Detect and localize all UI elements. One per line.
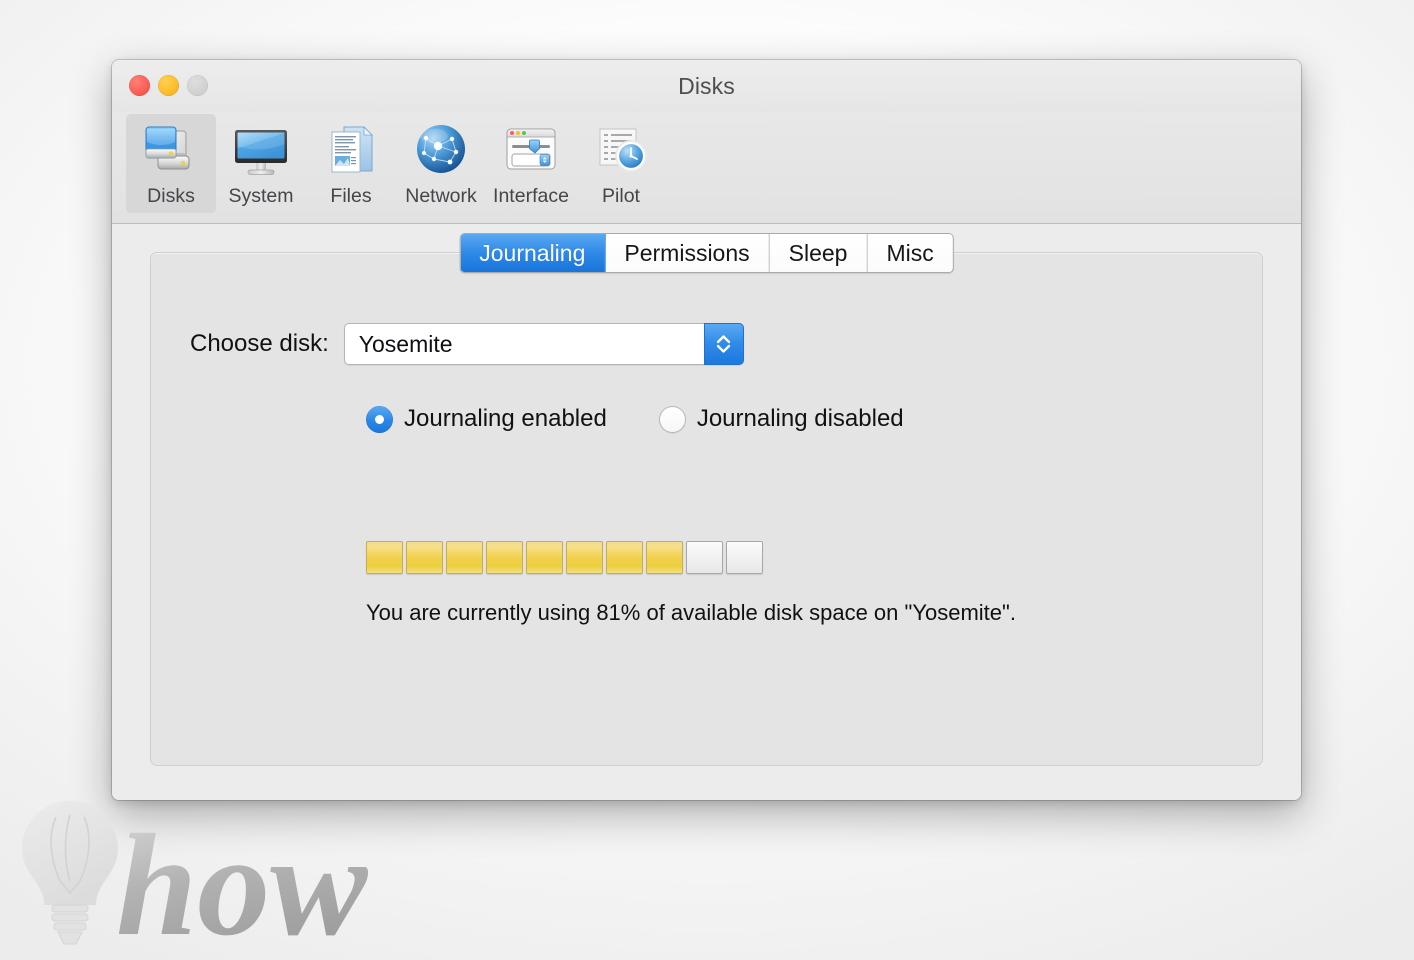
- capacity-segment-filled: [606, 541, 643, 574]
- clock-list-icon: [589, 120, 653, 182]
- globe-network-icon: [409, 120, 473, 182]
- toolbar-item-system[interactable]: System: [216, 114, 306, 213]
- settings-panel: Journaling Permissions Sleep Misc Choose…: [150, 233, 1263, 766]
- capacity-note: You are currently using 81% of available…: [366, 600, 1016, 625]
- capacity-segment-filled: [406, 541, 443, 574]
- toolbar-item-network[interactable]: Network: [396, 114, 486, 213]
- capacity-segment-filled: [446, 541, 483, 574]
- capacity-segment-filled: [526, 541, 563, 574]
- choose-disk-label: Choose disk:: [190, 330, 329, 357]
- content-area: Journaling Permissions Sleep Misc Choose…: [112, 224, 1301, 800]
- toolbar: Disks System Files Network Interface Pil…: [112, 112, 1301, 224]
- tab-misc[interactable]: Misc: [867, 234, 953, 272]
- toolbar-label-disks: Disks: [147, 185, 195, 207]
- radio-label-disabled: Journaling disabled: [696, 405, 904, 432]
- disk-select[interactable]: Yosemite: [343, 323, 744, 365]
- window-title: Disks: [678, 73, 735, 99]
- capacity-segment-filled: [646, 541, 683, 574]
- capacity-segment-filled: [566, 541, 603, 574]
- window-slider-icon: [499, 120, 563, 182]
- disks-preferences-window: Disks Disks System Files Network Interfa…: [112, 60, 1301, 800]
- toolbar-item-interface[interactable]: Interface: [486, 114, 576, 213]
- capacity-segment-empty: [686, 541, 723, 574]
- capacity-level-indicator: [366, 541, 1016, 574]
- capacity-segment-filled: [366, 541, 403, 574]
- radio-label-enabled: Journaling enabled: [404, 405, 607, 432]
- tab-journaling[interactable]: Journaling: [460, 234, 606, 272]
- display-icon: [229, 120, 293, 182]
- toolbar-label-files: Files: [330, 185, 372, 207]
- radio-unselected-icon: [658, 405, 686, 433]
- documents-icon: [319, 120, 383, 182]
- window-titlebar[interactable]: Disks: [112, 60, 1301, 112]
- capacity-segment-empty: [726, 541, 763, 574]
- toolbar-label-interface: Interface: [493, 185, 569, 207]
- chevron-up-down-icon[interactable]: [703, 323, 744, 365]
- journaling-radio-group: Journaling enabled Journaling disabled: [366, 405, 904, 433]
- radio-journaling-enabled[interactable]: Journaling enabled: [366, 405, 607, 433]
- disk-capacity-section: You are currently using 81% of available…: [366, 541, 1016, 626]
- tab-bar: Journaling Permissions Sleep Misc: [459, 233, 954, 273]
- toolbar-label-pilot: Pilot: [602, 185, 640, 207]
- toolbar-item-disks[interactable]: Disks: [126, 114, 216, 213]
- radio-selected-icon: [366, 405, 393, 433]
- tab-sleep[interactable]: Sleep: [769, 234, 868, 272]
- toolbar-item-pilot[interactable]: Pilot: [576, 114, 666, 213]
- radio-journaling-disabled[interactable]: Journaling disabled: [658, 405, 904, 433]
- choose-disk-row: Choose disk: Yosemite: [190, 323, 744, 365]
- toolbar-label-system: System: [228, 185, 294, 207]
- toolbar-item-files[interactable]: Files: [306, 114, 396, 213]
- capacity-segment-filled: [486, 541, 523, 574]
- toolbar-label-network: Network: [405, 185, 477, 207]
- hard-drive-icon: [139, 120, 203, 182]
- disk-select-value: Yosemite: [358, 330, 453, 357]
- tab-permissions[interactable]: Permissions: [605, 234, 770, 272]
